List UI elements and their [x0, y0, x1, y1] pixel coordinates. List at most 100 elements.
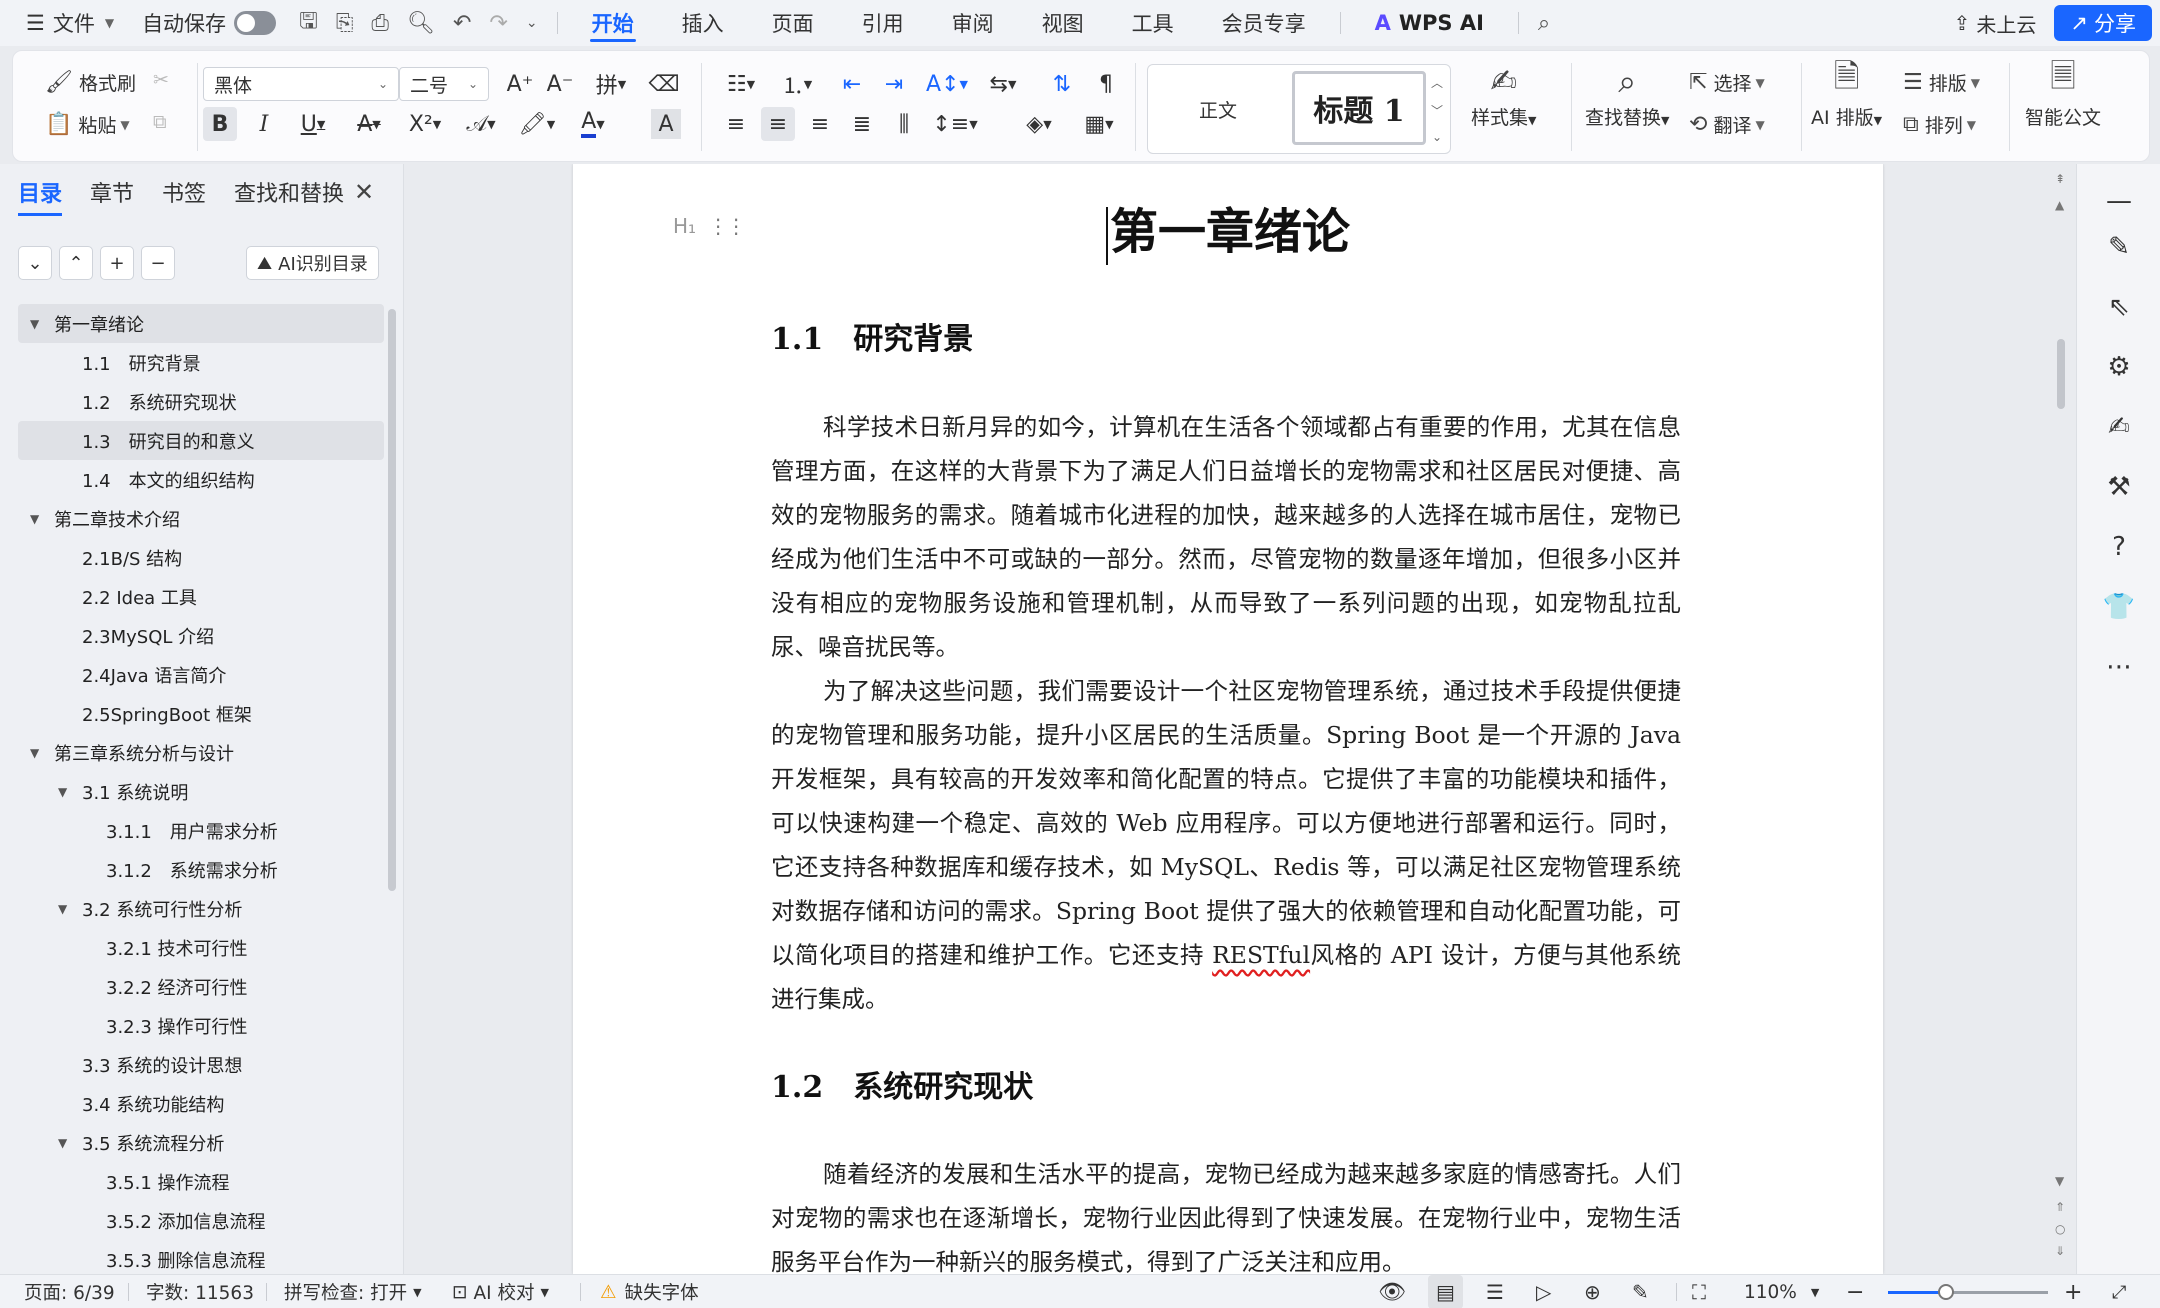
toc-item[interactable]: 3.2.1 技术可行性 [18, 928, 384, 967]
print-preview-icon[interactable]: 🔍︎ [398, 0, 444, 46]
fit-page-icon[interactable]: ⛶ [1692, 1275, 1706, 1308]
toc-item[interactable]: 3.2.3 操作可行性 [18, 1006, 384, 1045]
cut-icon[interactable]: ✂ [153, 69, 169, 91]
save-icon[interactable]: 🖫 [290, 0, 327, 46]
toc-item[interactable]: 1.1 研究背景 [18, 343, 384, 382]
toc-item[interactable]: 3.5.1 操作流程 [18, 1162, 384, 1201]
paragraph-shading-icon[interactable]: ◈ ▼ [1017, 107, 1061, 141]
expand-triangle-icon[interactable]: ▼ [58, 1136, 74, 1150]
zoom-out-icon[interactable]: − [1846, 1275, 1864, 1308]
browse-object-icon[interactable]: ○ [2055, 1222, 2065, 1236]
write-mode-icon[interactable]: ✎ [1632, 1275, 1649, 1308]
font-name-select[interactable]: 黑体 ⌄ [203, 67, 399, 101]
toc-item[interactable]: 1.2 系统研究现状 [18, 382, 384, 421]
toc-item[interactable]: 1.3 研究目的和意义 [18, 421, 384, 460]
translate-button[interactable]: ⟲ 翻译 ▼ [1689, 111, 1765, 138]
text-effect-icon[interactable]: 𝒜 ▼ [459, 107, 503, 141]
select-button[interactable]: ⇱ 选择 ▼ [1689, 69, 1765, 96]
remove-icon[interactable]: − [141, 246, 175, 280]
toc-item[interactable]: ▼ 3.2 系统可行性分析 [18, 889, 384, 928]
find-replace-button[interactable]: ⌕ 查找替换▼ [1585, 59, 1669, 130]
paste-button[interactable]: 📋 粘贴 ▼ [45, 111, 130, 138]
undo-icon[interactable]: ↶ [444, 0, 480, 46]
align-right-icon[interactable]: ≡ [803, 107, 837, 141]
page-indicator[interactable]: 页面: 6/39 [24, 1275, 115, 1308]
document-title[interactable]: 第一章绪论 [573, 192, 1883, 265]
zoom-in-icon[interactable]: + [2064, 1275, 2082, 1308]
paragraph-background-2[interactable]: 为了解决这些问题，我们需要设计一个社区宠物管理系统，通过技术手段提供便捷的宠物管… [771, 669, 1681, 1021]
shirt-icon[interactable]: 👕 [2077, 592, 2160, 622]
strikethrough-icon[interactable]: A ▼ [347, 107, 391, 141]
style-set-button[interactable]: ✍ 样式集▼ [1471, 59, 1536, 130]
justify-icon[interactable]: ≣ [845, 107, 879, 141]
increase-font-icon[interactable]: A⁺ [503, 67, 537, 101]
toc-item[interactable]: 3.4 系统功能结构 [18, 1084, 384, 1123]
tab-view[interactable]: 视图 [1018, 0, 1108, 46]
spell-check-toggle[interactable]: 拼写检查: 打开 ▼ [284, 1275, 422, 1308]
phonetic-guide-icon[interactable]: 拼 ▼ [589, 67, 633, 101]
numbered-list-icon[interactable]: ⒈ ▼ [775, 67, 819, 101]
toc-item[interactable]: 3.1.1 用户需求分析 [18, 811, 384, 850]
close-icon[interactable]: ✕ [354, 178, 374, 206]
style-heading-1[interactable]: 标题 1 [1292, 71, 1426, 145]
pen-icon[interactable]: ✎ [2077, 232, 2160, 262]
smart-doc-button[interactable]: 🗏 智能公文 [2025, 57, 2101, 130]
decrease-font-icon[interactable]: A⁻ [543, 67, 577, 101]
ai-layout-button[interactable]: 🗎 AI 排版▼ [1811, 57, 1882, 130]
paragraph-status-1[interactable]: 随着经济的发展和生活水平的提高，宠物已经成为越来越多家庭的情感寄托。人们对宠物的… [771, 1152, 1681, 1274]
expand-triangle-icon[interactable]: ▼ [30, 317, 46, 331]
increase-indent-icon[interactable]: ⇥ [877, 67, 911, 101]
tab-tools[interactable]: 工具 [1108, 0, 1198, 46]
search-icon[interactable]: ⌕ [1529, 0, 1559, 46]
add-icon[interactable]: + [100, 246, 134, 280]
cloud-status[interactable]: ⇪ 未上云 [1936, 9, 2055, 38]
show-marks-icon[interactable]: ¶ [1089, 67, 1123, 101]
more-chevron-icon[interactable]: ⌄ [517, 0, 547, 46]
page-view-icon[interactable]: ▤ [1428, 1275, 1463, 1308]
expand-triangle-icon[interactable]: ▼ [30, 746, 46, 760]
redo-icon[interactable]: ↷ [480, 0, 516, 46]
share-button[interactable]: ↗ 分享 [2054, 5, 2152, 41]
zoom-select[interactable]: 110% ▼ [1744, 1275, 1819, 1308]
tab-bookmarks[interactable]: 书签 [162, 176, 206, 216]
toc-item[interactable]: ▼ 第一章绪论 [18, 304, 384, 343]
text-direction-icon[interactable]: A↕ ▼ [925, 67, 969, 101]
toggle-switch-icon[interactable] [234, 11, 277, 35]
align-left-icon[interactable]: ≡ [719, 107, 753, 141]
word-count[interactable]: 字数: 11563 [146, 1275, 254, 1308]
scroll-up-small-icon[interactable]: ▲ [2055, 198, 2064, 212]
line-spacing-icon[interactable]: ↕≡ ▼ [932, 107, 977, 141]
toc-item[interactable]: 2.1B/S 结构 [18, 538, 384, 577]
sort-icon[interactable]: ⇅ [1045, 67, 1079, 101]
cursor-icon[interactable]: ⇖ [2077, 292, 2160, 322]
file-menu[interactable]: ☰ 文件 ▼ [0, 0, 128, 46]
font-size-select[interactable]: 二号 ⌄ [399, 67, 489, 101]
copy-icon[interactable]: ⧉ [153, 111, 167, 133]
toc-item[interactable]: 2.3MySQL 介绍 [18, 616, 384, 655]
scroll-down-small-icon[interactable]: ▼ [2055, 1174, 2064, 1188]
adjust-icon[interactable]: ⚙ [2077, 352, 2160, 382]
tab-home[interactable]: 开始 [568, 0, 658, 46]
heading-1-2[interactable]: 1.2 系统研究现状 [771, 1062, 1033, 1106]
zoom-slider[interactable] [1888, 1284, 2048, 1300]
tab-insert[interactable]: 插入 [658, 0, 748, 46]
tools-icon[interactable]: ⚒ [2077, 472, 2160, 502]
borders-icon[interactable]: ▦ ▼ [1077, 107, 1121, 141]
minimize-panel-icon[interactable]: — [2077, 186, 2160, 216]
help-icon[interactable]: ? [2077, 532, 2160, 562]
fullscreen-icon[interactable]: ⤢ [2112, 1275, 2126, 1308]
print-icon[interactable]: ⎙ [362, 0, 398, 46]
highlight-icon[interactable]: 🖍 ▼ [515, 107, 559, 141]
font-color-icon[interactable]: A ▼ [571, 107, 615, 141]
document-page[interactable]: H₁ ⋮⋮ 第一章绪论 1.1 研究背景 科学技术日新月异的如今，计算机在生活各… [573, 164, 1883, 1274]
toc-item[interactable]: 3.1.2 系统需求分析 [18, 850, 384, 889]
toc-item[interactable]: 2.5SpringBoot 框架 [18, 694, 384, 733]
expand-triangle-icon[interactable]: ▼ [58, 785, 74, 799]
missing-font-warning[interactable]: ⚠ 缺失字体 [600, 1275, 699, 1308]
toc-item[interactable]: ▼ 3.1 系统说明 [18, 772, 384, 811]
spelling-error[interactable]: RESTful [1212, 941, 1310, 969]
toc-item[interactable]: ▼ 3.5 系统流程分析 [18, 1123, 384, 1162]
more-icon[interactable]: ⋯ [2077, 652, 2160, 682]
play-icon[interactable]: ▷ [1536, 1275, 1551, 1308]
eye-protection-icon[interactable]: 👁 [1378, 1275, 1406, 1308]
